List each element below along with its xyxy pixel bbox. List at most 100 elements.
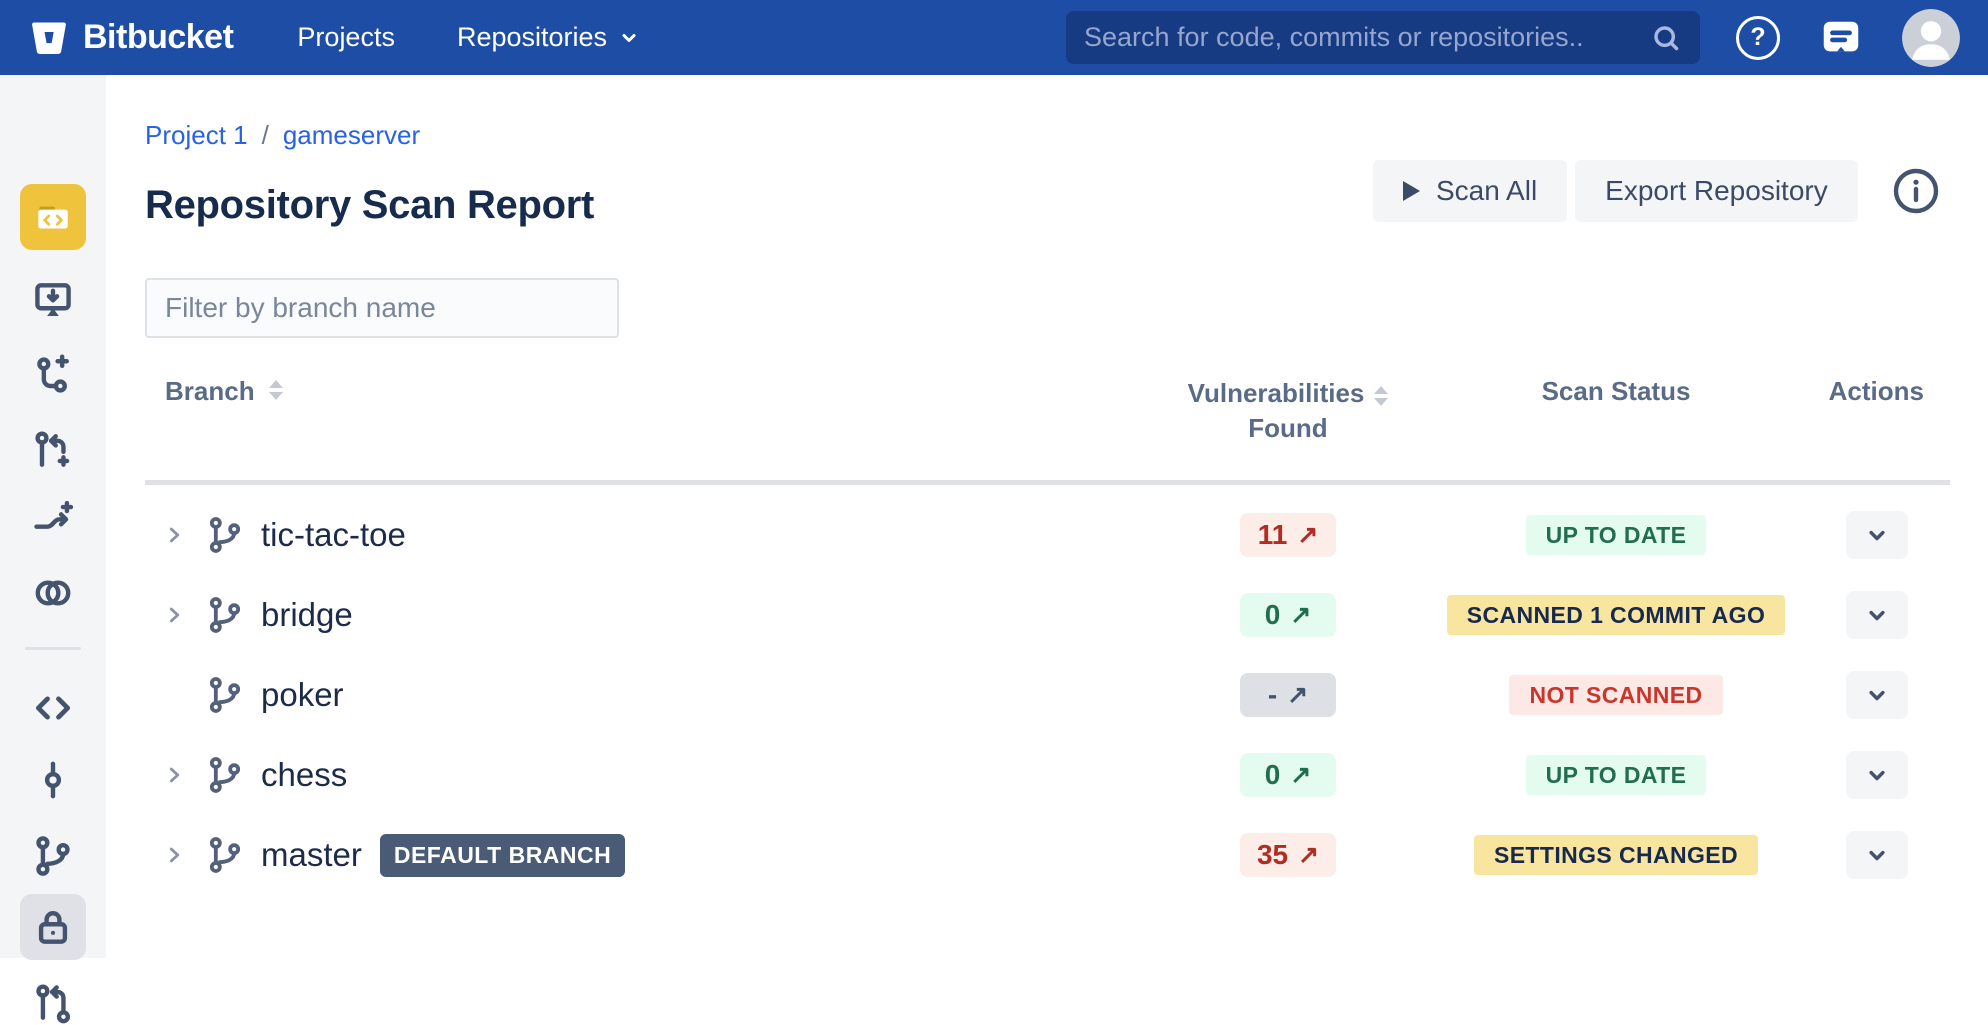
repository-folder-icon: [32, 196, 74, 238]
table-row: tic-tac-toe 11 ↗ UP TO DATE: [145, 495, 1950, 575]
sidebar-item-deployments[interactable]: [31, 278, 75, 322]
info-icon[interactable]: [1892, 167, 1940, 215]
sidebar-divider: [25, 647, 81, 650]
sidebar-item-create-pull-request[interactable]: [31, 428, 75, 472]
navbar-right: ?: [1736, 9, 1960, 67]
table-row: bridge 0 ↗ SCANNED 1 COMMIT AGO: [145, 575, 1950, 655]
row-actions-dropdown[interactable]: [1846, 671, 1908, 719]
sidebar-item-security[interactable]: [20, 894, 86, 960]
sidebar-item-compare[interactable]: [31, 571, 75, 615]
search-icon[interactable]: [1650, 22, 1682, 54]
expand-chevron-icon[interactable]: [159, 842, 189, 868]
scan-all-button[interactable]: Scan All: [1373, 160, 1567, 222]
branch-name[interactable]: poker: [261, 676, 344, 714]
sort-icon[interactable]: [269, 380, 283, 400]
global-search[interactable]: [1066, 11, 1700, 64]
column-header-actions: Actions: [1761, 376, 1950, 446]
nav-repositories[interactable]: Repositories: [457, 22, 641, 53]
export-repository-button[interactable]: Export Repository: [1575, 160, 1858, 222]
sidebar-item-pull-requests[interactable]: [31, 981, 75, 1025]
sidebar-item-source-code[interactable]: [31, 686, 75, 730]
branch-name[interactable]: bridge: [261, 596, 353, 634]
breadcrumb-separator: /: [262, 120, 269, 151]
scan-status-badge: SCANNED 1 COMMIT AGO: [1447, 595, 1786, 635]
row-actions-dropdown[interactable]: [1846, 831, 1908, 879]
git-branch-icon: [31, 834, 75, 878]
lock-icon: [31, 905, 75, 949]
expand-chevron-icon[interactable]: [159, 602, 189, 628]
create-branch-icon: [31, 353, 75, 397]
pull-request-icon: [31, 981, 75, 1025]
vulnerability-count: 11: [1258, 519, 1288, 551]
brand-name: Bitbucket: [83, 18, 233, 57]
vulnerability-count: -: [1268, 679, 1277, 711]
commit-icon: [31, 758, 75, 802]
help-icon[interactable]: ?: [1736, 16, 1780, 60]
git-branch-icon: [205, 675, 245, 715]
breadcrumb-project-link[interactable]: Project 1: [145, 120, 248, 151]
table-row: chess 0 ↗ UP TO DATE: [145, 735, 1950, 815]
row-actions-dropdown[interactable]: [1846, 511, 1908, 559]
git-branch-icon: [205, 835, 245, 875]
sort-icon[interactable]: [1374, 386, 1388, 406]
toolbar: Scan All Export Repository: [1373, 160, 1940, 222]
column-header-vulnerabilities[interactable]: Vulnerabilities Found: [1105, 376, 1471, 446]
vulnerabilities-badge[interactable]: 11 ↗: [1240, 513, 1336, 557]
row-actions-dropdown[interactable]: [1846, 751, 1908, 799]
branch-name[interactable]: tic-tac-toe: [261, 516, 406, 554]
trend-arrow-icon: ↗: [1298, 840, 1319, 870]
expand-chevron-icon[interactable]: [159, 762, 189, 788]
primary-nav: Projects Repositories: [297, 22, 641, 53]
branch-name[interactable]: master: [261, 836, 362, 874]
feedback-icon[interactable]: [1818, 15, 1864, 61]
breadcrumb-repo-link[interactable]: gameserver: [283, 120, 420, 151]
sidebar-item-repository[interactable]: [20, 184, 86, 250]
scan-status-badge: NOT SCANNED: [1509, 675, 1722, 715]
git-branch-icon: [205, 755, 245, 795]
row-actions-dropdown[interactable]: [1846, 591, 1908, 639]
bitbucket-brand[interactable]: Bitbucket: [28, 18, 233, 58]
sidebar-item-create-branch[interactable]: [31, 353, 75, 397]
expand-chevron-icon[interactable]: [159, 522, 189, 548]
top-navbar: Bitbucket Projects Repositories ?: [0, 0, 1988, 75]
breadcrumb: Project 1 / gameserver: [145, 120, 420, 151]
play-icon: [1403, 181, 1420, 201]
table-body: tic-tac-toe 11 ↗ UP TO DATE: [145, 485, 1950, 895]
branch-name[interactable]: chess: [261, 756, 347, 794]
branch-filter: [145, 278, 619, 338]
vulnerabilities-badge[interactable]: - ↗: [1240, 673, 1336, 717]
vulnerabilities-badge[interactable]: 35 ↗: [1240, 833, 1336, 877]
source-code-icon: [31, 686, 75, 730]
column-header-branch[interactable]: Branch: [145, 376, 1105, 446]
default-branch-badge: DEFAULT BRANCH: [380, 834, 625, 877]
create-pull-request-icon: [31, 428, 75, 472]
vulnerability-count: 0: [1265, 759, 1281, 791]
trend-arrow-icon: ↗: [1290, 600, 1311, 630]
page-title: Repository Scan Report: [145, 183, 594, 228]
git-branch-icon: [205, 595, 245, 635]
compare-circles-icon: [31, 571, 75, 615]
sidebar-item-fork[interactable]: [31, 501, 75, 545]
deployments-monitor-icon: [31, 278, 75, 322]
scan-status-badge: UP TO DATE: [1526, 755, 1707, 795]
sidebar-item-commits[interactable]: [31, 758, 75, 802]
git-branch-icon: [205, 515, 245, 555]
table-row: poker - ↗ NOT SCANNED: [145, 655, 1950, 735]
vulnerability-count: 0: [1265, 599, 1281, 631]
scan-status-badge: UP TO DATE: [1526, 515, 1707, 555]
avatar[interactable]: [1902, 9, 1960, 67]
table-row: master DEFAULT BRANCH 35 ↗ SETTINGS CHAN…: [145, 815, 1950, 895]
scan-status-badge: SETTINGS CHANGED: [1474, 835, 1758, 875]
vulnerabilities-badge[interactable]: 0 ↗: [1240, 753, 1336, 797]
vulnerability-count: 35: [1257, 839, 1288, 871]
trend-arrow-icon: ↗: [1297, 520, 1318, 550]
sidebar-item-branches[interactable]: [31, 834, 75, 878]
trend-arrow-icon: ↗: [1287, 680, 1308, 710]
nav-projects[interactable]: Projects: [297, 22, 395, 53]
column-header-scan-status: Scan Status: [1471, 376, 1761, 446]
trend-arrow-icon: ↗: [1290, 760, 1311, 790]
branch-filter-input[interactable]: [145, 278, 619, 338]
search-input[interactable]: [1084, 22, 1650, 53]
vulnerabilities-badge[interactable]: 0 ↗: [1240, 593, 1336, 637]
scan-report-table: Branch Vulnerabilities Found Scan Status…: [145, 368, 1950, 895]
